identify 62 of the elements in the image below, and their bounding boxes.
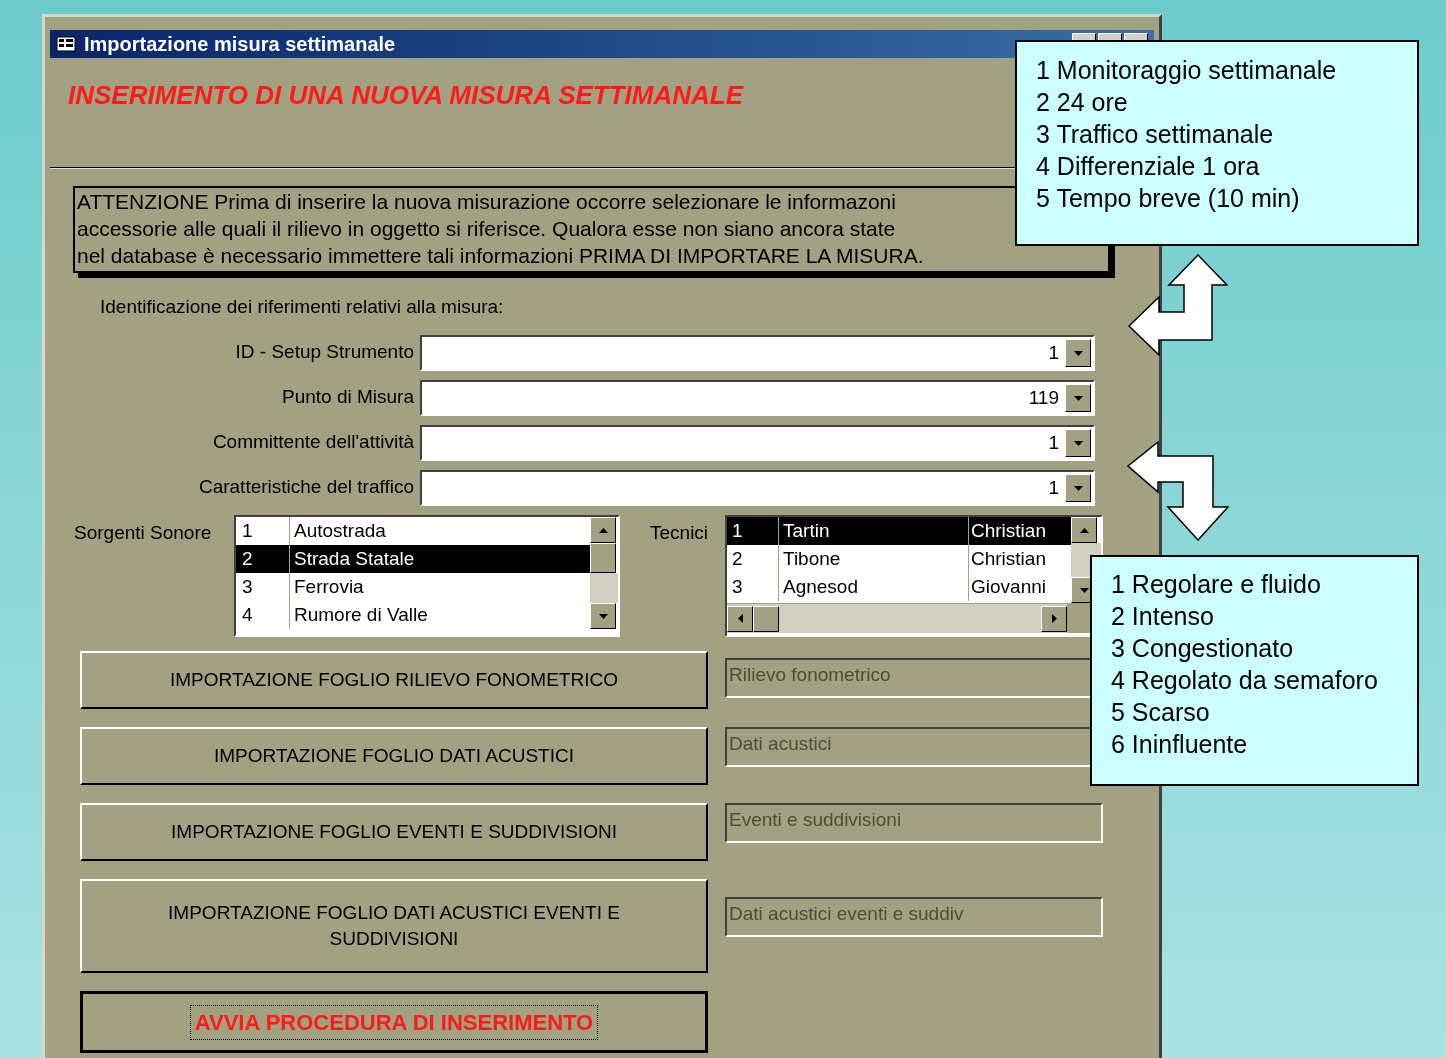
caret-up-icon <box>1079 527 1089 533</box>
legend-item: 4 Regolato da semaforo <box>1111 665 1378 696</box>
bent-double-arrow-icon <box>1127 441 1229 541</box>
scroll-up-button[interactable] <box>1071 517 1097 543</box>
list-row[interactable]: 3 Agnesod Giovanni <box>727 573 1071 601</box>
combo-box[interactable]: 119 <box>420 380 1095 416</box>
dropdown-button[interactable] <box>1065 384 1091 412</box>
window-title: Importazione misura settimanale <box>84 34 396 54</box>
combo-box[interactable]: 1 <box>420 335 1095 371</box>
caret-down-icon <box>598 613 608 619</box>
legend-item: 3 Traffico settimanale <box>1036 119 1274 150</box>
legend-item: 5 Tempo breve (10 min) <box>1036 183 1300 214</box>
sources-list[interactable]: 1 Autostrada 2 Strada Statale 3 Ferrovia 4 Rumore di Valle <box>234 515 620 637</box>
import-button[interactable]: IMPORTAZIONE FOGLIO RILIEVO FONOMETRICO <box>80 651 708 709</box>
notice-text: ATTENZIONE Prima di inserire la nuova misurazione occorre selezionare le informazoni accessorie alle quali il rilievo in oggetto si riferisce. Qualora esse non siano ancora state nel database è necessario immettere tali informazioni PRIMA DI IMPORTARE LA MISURA. <box>77 189 924 269</box>
caret-left-icon <box>737 614 743 623</box>
scroll-left-button[interactable] <box>727 605 753 632</box>
combo-box[interactable]: 1 <box>420 425 1095 461</box>
import-button[interactable]: IMPORTAZIONE FOGLIO DATI ACUSTICI <box>80 727 708 785</box>
caret-down-icon <box>1073 440 1083 446</box>
dropdown-button[interactable] <box>1065 474 1091 502</box>
section-label: Identificazione dei riferimenti relativi alla misura: <box>100 296 504 317</box>
caret-down-icon <box>1073 485 1083 491</box>
scroll-down-button[interactable] <box>590 603 616 629</box>
bent-double-arrow-icon <box>1128 254 1228 356</box>
field-label: Punto di Misura <box>282 386 414 407</box>
combo-box[interactable]: 1 <box>420 470 1095 506</box>
list-row[interactable]: 1 Tartin Christian <box>727 517 1071 545</box>
list-row[interactable]: 3 Ferrovia <box>236 573 590 601</box>
import-button[interactable]: IMPORTAZIONE FOGLIO EVENTI E SUDDIVISIONI <box>80 803 708 861</box>
dropdown-button[interactable] <box>1065 339 1091 367</box>
legend-item: 2 Intenso <box>1111 601 1214 632</box>
scroll-right-button[interactable] <box>1041 605 1067 632</box>
dropdown-button[interactable] <box>1065 429 1091 457</box>
list-row[interactable]: 4 Rumore di Valle <box>236 601 590 629</box>
field-label: ID - Setup Strumento <box>235 341 414 362</box>
import-button[interactable]: IMPORTAZIONE FOGLIO DATI ACUSTICI EVENTI E SUDDIVISIONI <box>80 879 708 973</box>
list-row[interactable]: 2 Strada Statale <box>236 545 590 573</box>
legend-item: 2 24 ore <box>1036 87 1128 118</box>
status-field: Dati acustici eventi e suddiv <box>725 897 1103 937</box>
caret-up-icon <box>598 527 608 533</box>
scroll-thumb[interactable] <box>590 543 616 573</box>
field-label: Committente dell'attività <box>212 431 414 452</box>
legend-item: 6 Ininfluente <box>1111 729 1248 760</box>
field-label: Caratteristiche del traffico <box>198 476 414 497</box>
caret-down-icon <box>1073 395 1083 401</box>
legend-item: 5 Scarso <box>1111 697 1210 728</box>
legend-item: 1 Monitoraggio settimanale <box>1036 55 1337 86</box>
caret-down-icon <box>1073 350 1083 356</box>
status-field: Eventi e suddivisioni <box>725 803 1103 843</box>
legend-item: 1 Regolare e fluido <box>1111 569 1321 600</box>
technicians-list[interactable]: 1 Tartin Christian 2 Tibone Christian 3 Agnesod Giovanni <box>725 515 1103 637</box>
field-label: Sorgenti Sonore <box>74 522 213 544</box>
legend-item: 4 Differenziale 1 ora <box>1036 151 1260 182</box>
form-icon <box>56 36 76 52</box>
caret-right-icon <box>1051 614 1057 623</box>
legend-item: 3 Congestionato <box>1111 633 1294 664</box>
form-heading: INSERIMENTO DI UNA NUOVA MISURA SETTIMANALE <box>68 80 744 110</box>
scroll-thumb[interactable] <box>753 605 779 632</box>
field-label: Tecnici <box>650 522 710 544</box>
scroll-up-button[interactable] <box>590 517 616 543</box>
list-row[interactable]: 2 Tibone Christian <box>727 545 1071 573</box>
